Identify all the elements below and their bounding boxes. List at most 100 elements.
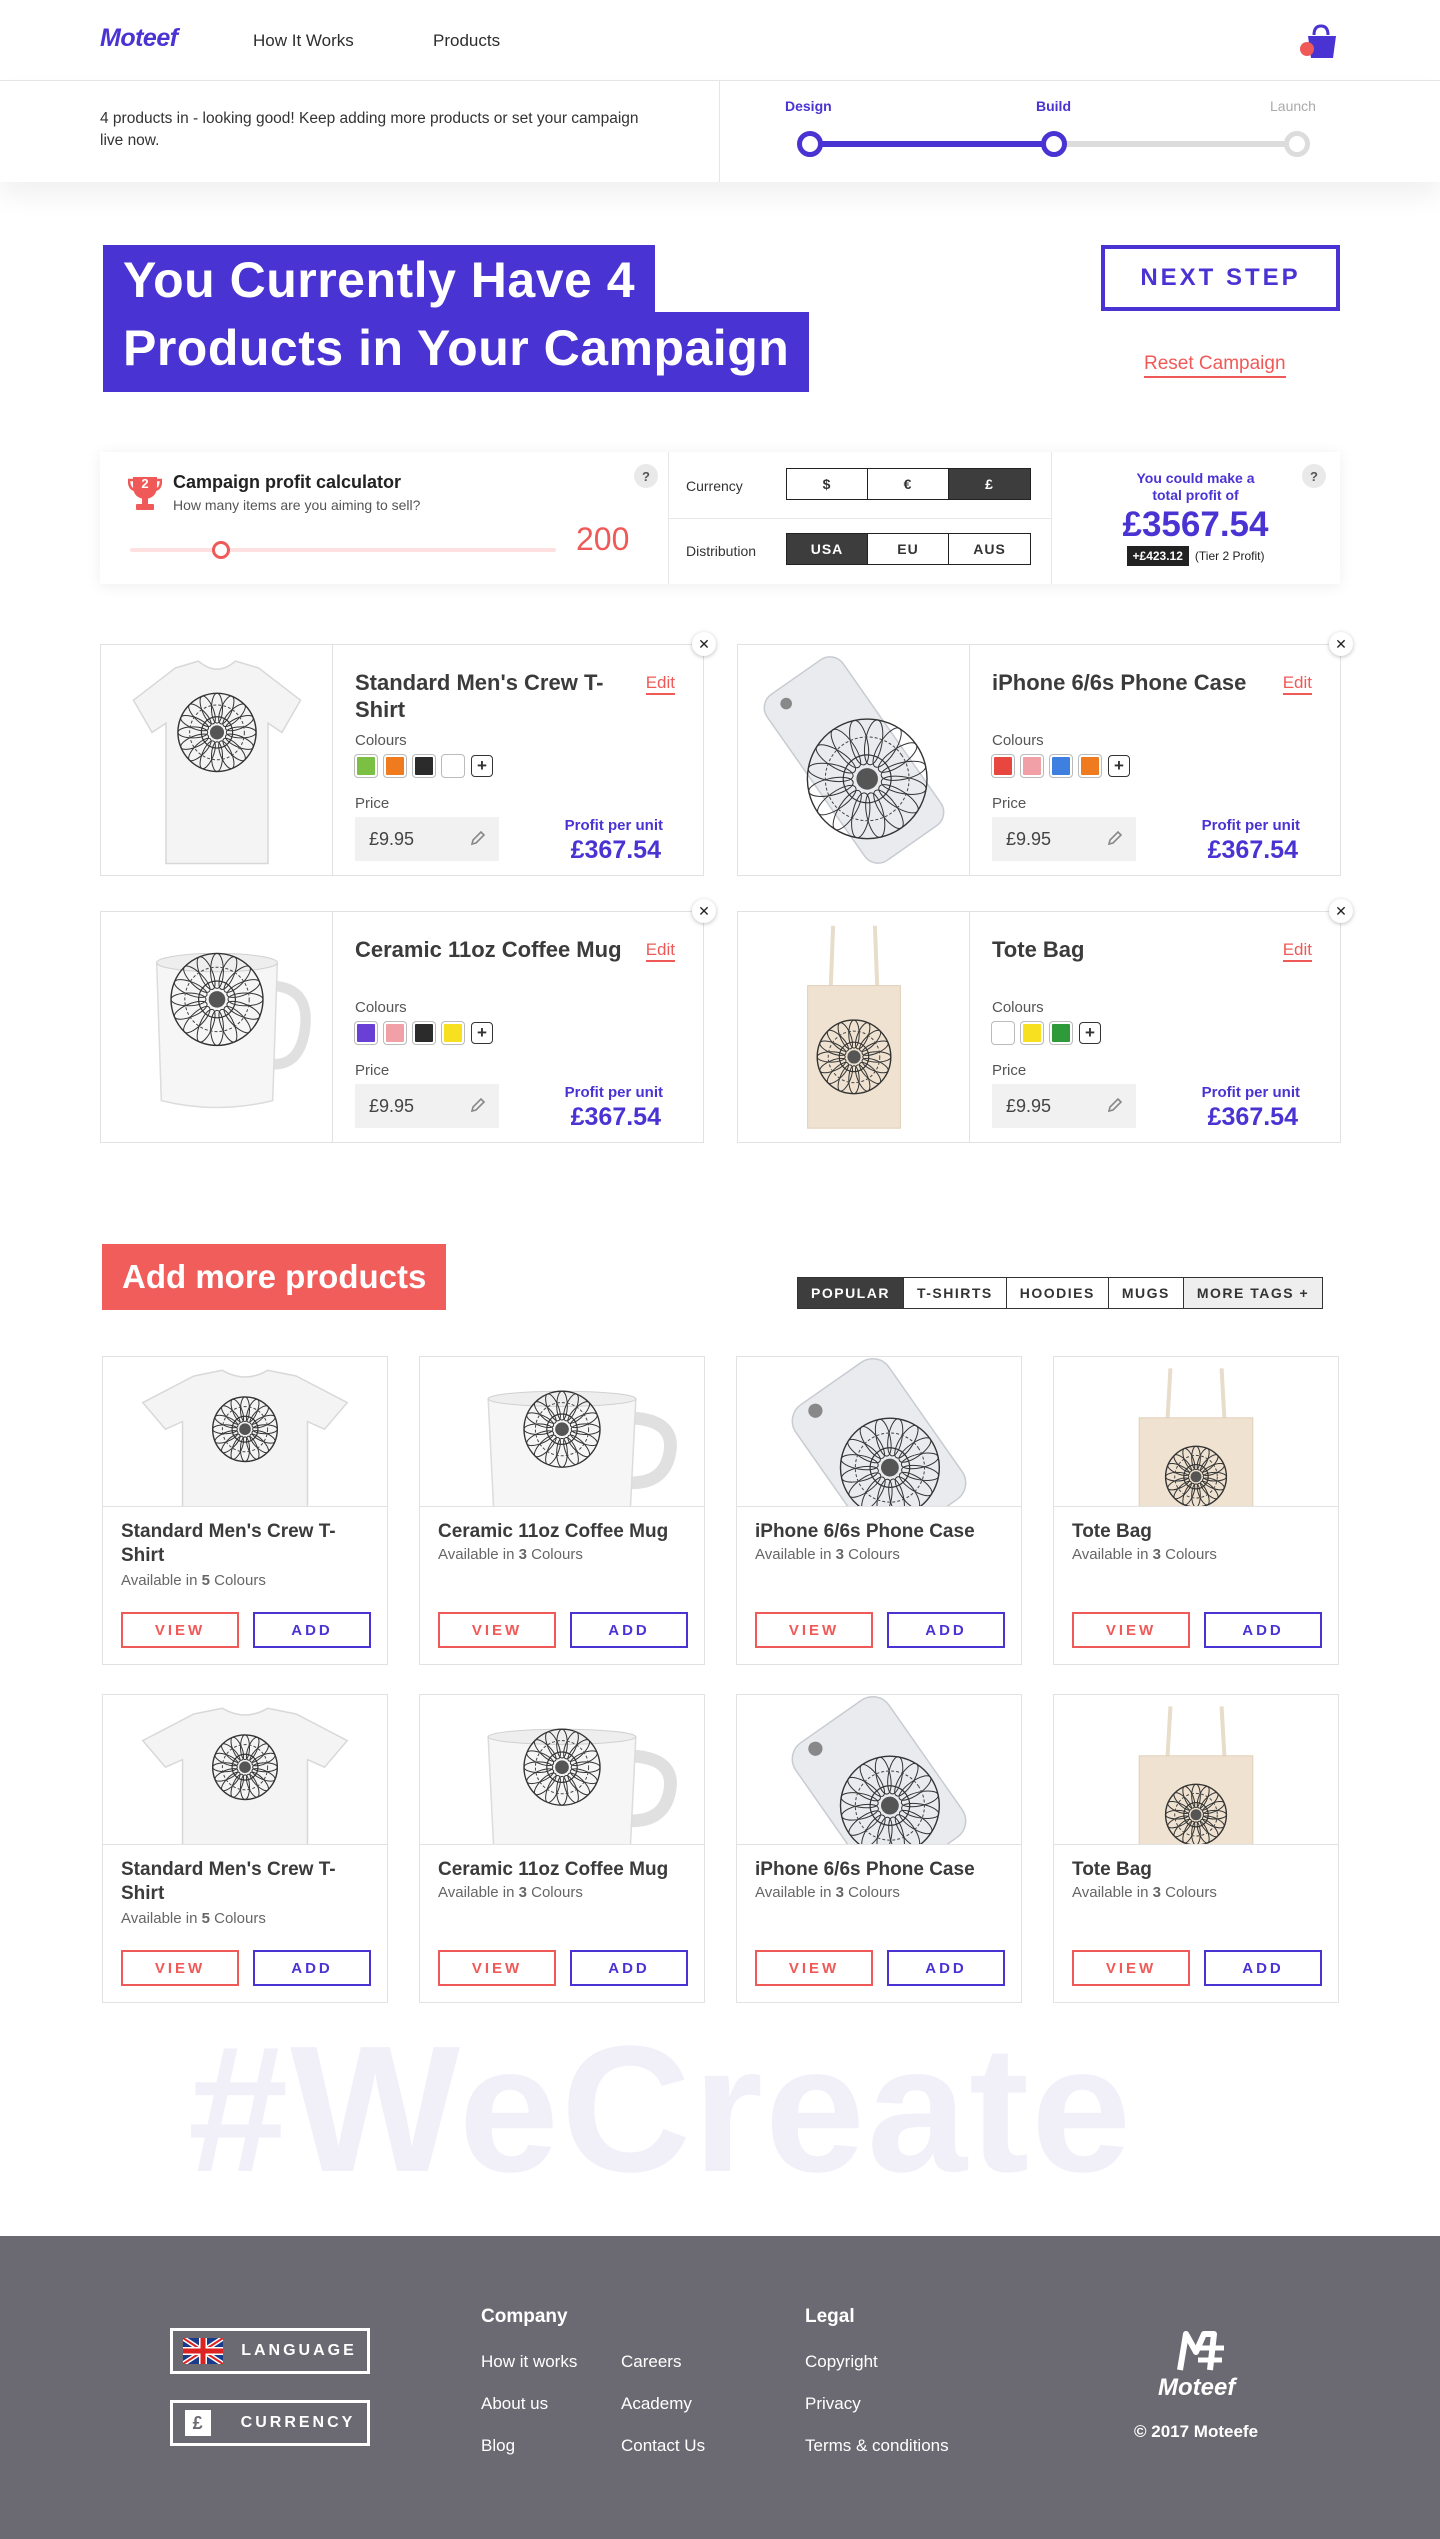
distribution-selector[interactable]: USA EU AUS (786, 533, 1031, 565)
view-button[interactable]: VIEW (121, 1950, 239, 1986)
remove-product-close-icon[interactable]: ✕ (1329, 899, 1353, 923)
add-colour-icon[interactable]: + (1108, 755, 1130, 777)
add-button[interactable]: ADD (570, 1950, 688, 1986)
tag-1[interactable]: T-SHIRTS (904, 1278, 1007, 1308)
edit-product-link[interactable]: Edit (645, 673, 675, 695)
tag-4[interactable]: MORE TAGS + (1183, 1278, 1323, 1308)
distribution-option-0[interactable]: USA (787, 534, 868, 564)
pencil-icon[interactable] (1106, 1096, 1124, 1114)
add-colour-icon[interactable]: + (471, 1022, 493, 1044)
add-button[interactable]: ADD (570, 1612, 688, 1648)
catalog-product-card[interactable]: Standard Men's Crew T-Shirt Available in… (102, 1694, 388, 2003)
colour-swatch[interactable] (1078, 754, 1102, 778)
catalog-product-card[interactable]: Standard Men's Crew T-Shirt Available in… (102, 1356, 388, 1665)
view-button[interactable]: VIEW (755, 1612, 873, 1648)
view-button[interactable]: VIEW (438, 1950, 556, 1986)
catalog-product-card[interactable]: Tote Bag Available in 3 Colours VIEW ADD (1053, 1356, 1339, 1665)
colour-swatch[interactable] (412, 754, 436, 778)
colour-swatch[interactable] (354, 1021, 378, 1045)
edit-product-link[interactable]: Edit (1282, 940, 1312, 962)
calculator-help-icon[interactable]: ? (634, 464, 658, 488)
view-button[interactable]: VIEW (121, 1612, 239, 1648)
currency-option-2[interactable]: £ (949, 469, 1030, 499)
step-build-dot[interactable] (1041, 131, 1067, 157)
view-button[interactable]: VIEW (1072, 1612, 1190, 1648)
quantity-slider[interactable] (130, 540, 556, 560)
currency-option-1[interactable]: € (868, 469, 949, 499)
cart-icon[interactable] (1296, 22, 1340, 62)
currency-option-0[interactable]: $ (787, 469, 868, 499)
catalog-product-card[interactable]: iPhone 6/6s Phone Case Available in 3 Co… (736, 1694, 1022, 2003)
footer-link-privacy[interactable]: Privacy (805, 2394, 861, 2414)
price-field[interactable]: £9.95 (355, 1084, 499, 1128)
footer-link-about-us[interactable]: About us (481, 2394, 548, 2414)
price-field[interactable]: £9.95 (355, 817, 499, 861)
view-button[interactable]: VIEW (438, 1612, 556, 1648)
currency-selector[interactable]: $ € £ (786, 468, 1031, 500)
step-launch-dot[interactable] (1284, 131, 1310, 157)
distribution-option-2[interactable]: AUS (949, 534, 1030, 564)
colour-swatch[interactable] (354, 754, 378, 778)
footer-link-careers[interactable]: Careers (621, 2352, 681, 2372)
remove-product-close-icon[interactable]: ✕ (692, 632, 716, 656)
pencil-icon[interactable] (469, 1096, 487, 1114)
colour-count: 3 (1152, 1546, 1161, 1563)
add-button[interactable]: ADD (253, 1950, 371, 1986)
pencil-icon[interactable] (1106, 829, 1124, 847)
add-button[interactable]: ADD (1204, 1950, 1322, 1986)
step-design-dot[interactable] (797, 131, 823, 157)
footer-link-blog[interactable]: Blog (481, 2436, 515, 2456)
remove-product-close-icon[interactable]: ✕ (692, 899, 716, 923)
add-button[interactable]: ADD (887, 1950, 1005, 1986)
currency-button[interactable]: £ CURRENCY (170, 2400, 370, 2446)
colour-swatch[interactable] (412, 1021, 436, 1045)
price-field[interactable]: £9.95 (992, 817, 1136, 861)
colour-swatch[interactable] (1020, 1021, 1044, 1045)
catalog-product-card[interactable]: Tote Bag Available in 3 Colours VIEW ADD (1053, 1694, 1339, 2003)
language-button[interactable]: LANGUAGE (170, 2328, 370, 2374)
price-field[interactable]: £9.95 (992, 1084, 1136, 1128)
edit-product-link[interactable]: Edit (645, 940, 675, 962)
tag-3[interactable]: MUGS (1109, 1278, 1184, 1308)
tag-2[interactable]: HOODIES (1007, 1278, 1109, 1308)
colour-swatch[interactable] (991, 754, 1015, 778)
nav-how-it-works[interactable]: How It Works (253, 31, 354, 51)
colour-swatch[interactable] (991, 1021, 1015, 1045)
footer-link-how-it-works[interactable]: How it works (481, 2352, 577, 2372)
colour-swatch[interactable] (441, 754, 465, 778)
pencil-icon[interactable] (469, 829, 487, 847)
tote-bag-product-image (738, 912, 970, 1142)
next-step-button[interactable]: NEXT STEP (1101, 245, 1340, 311)
profit-per-unit-value: £367.54 (1207, 836, 1298, 864)
footer-link-academy[interactable]: Academy (621, 2394, 692, 2414)
add-colour-icon[interactable]: + (471, 755, 493, 777)
nav-products[interactable]: Products (433, 31, 500, 51)
catalog-product-card[interactable]: Ceramic 11oz Coffee Mug Available in 3 C… (419, 1356, 705, 1665)
add-button[interactable]: ADD (253, 1612, 371, 1648)
colour-swatch[interactable] (441, 1021, 465, 1045)
catalog-product-card[interactable]: Ceramic 11oz Coffee Mug Available in 3 C… (419, 1694, 705, 2003)
colour-swatch[interactable] (1049, 754, 1073, 778)
footer-link-copyright[interactable]: Copyright (805, 2352, 878, 2372)
colour-swatch[interactable] (1049, 1021, 1073, 1045)
catalog-product-card[interactable]: iPhone 6/6s Phone Case Available in 3 Co… (736, 1356, 1022, 1665)
colour-swatch[interactable] (383, 754, 407, 778)
reset-campaign-link[interactable]: Reset Campaign (1144, 353, 1286, 378)
footer-link-contact-us[interactable]: Contact Us (621, 2436, 705, 2456)
profit-help-icon[interactable]: ? (1302, 464, 1326, 488)
colour-swatch[interactable] (383, 1021, 407, 1045)
logo[interactable]: Moteef (100, 24, 178, 53)
view-button[interactable]: VIEW (1072, 1950, 1190, 1986)
tag-0[interactable]: POPULAR (798, 1278, 904, 1308)
edit-product-link[interactable]: Edit (1282, 673, 1312, 695)
footer-link-terms[interactable]: Terms & conditions (805, 2436, 949, 2456)
colour-swatch[interactable] (1020, 754, 1044, 778)
distribution-option-1[interactable]: EU (868, 534, 949, 564)
view-button[interactable]: VIEW (755, 1950, 873, 1986)
add-button[interactable]: ADD (1204, 1612, 1322, 1648)
remove-product-close-icon[interactable]: ✕ (1329, 632, 1353, 656)
tag-filter[interactable]: POPULAR T-SHIRTS HOODIES MUGS MORE TAGS + (797, 1277, 1324, 1309)
slider-handle[interactable] (211, 541, 230, 559)
add-button[interactable]: ADD (887, 1612, 1005, 1648)
add-colour-icon[interactable]: + (1079, 1022, 1101, 1044)
